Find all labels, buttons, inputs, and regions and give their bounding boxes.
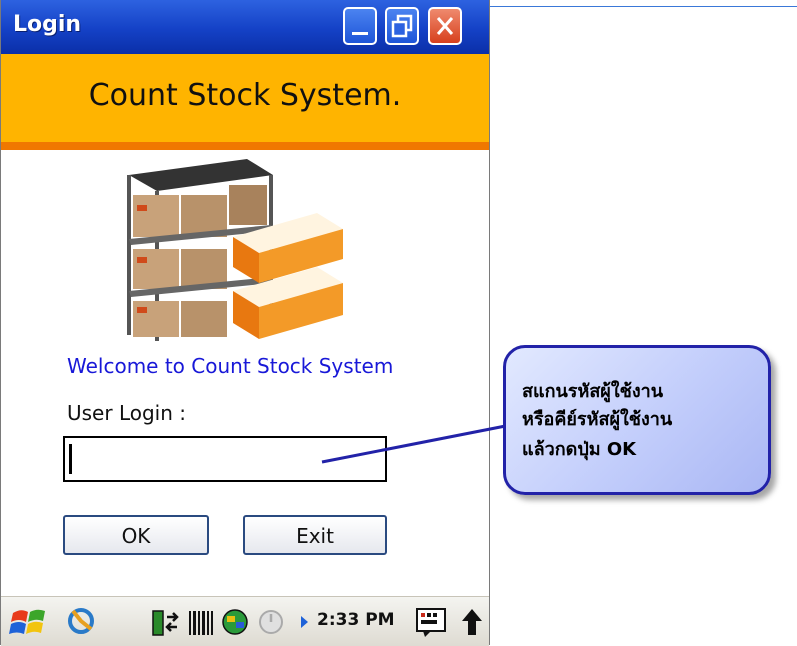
callout-line-2: หรือคีย์รหัสผู้ใช้งาน <box>522 409 673 430</box>
callout-line-3: แล้วกดปุ่ม OK <box>522 439 637 460</box>
callout-line-1: สแกนรหัสผู้ใช้งาน <box>522 381 664 402</box>
instruction-callout: สแกนรหัสผู้ใช้งาน หรือคีย์รหัสผู้ใช้งาน … <box>503 345 771 495</box>
callout-pointer-line <box>321 418 537 464</box>
